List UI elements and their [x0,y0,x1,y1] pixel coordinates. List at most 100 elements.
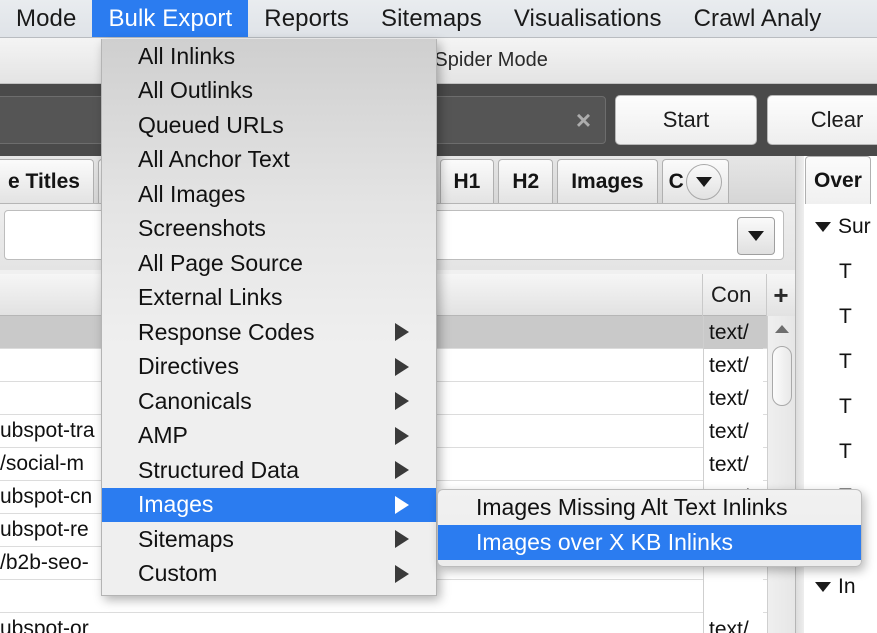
menubar-item-mode[interactable]: Mode [0,0,92,37]
tree-node-label: T [839,304,852,328]
menu-item-all-page-source[interactable]: All Page Source [102,246,436,281]
menu-item-label: All Anchor Text [138,146,290,173]
tree-node-label: T [839,259,852,283]
menu-item-label: Custom [138,560,218,587]
tree-node-item[interactable]: T [805,249,877,294]
column-header-label: Con [711,281,752,307]
table-row[interactable]: ubspot-or text/ [0,613,795,633]
tree-node-label: T [839,394,852,418]
menu-item-label: Canonicals [138,387,252,414]
submenu-item-label: Images over X KB Inlinks [476,529,733,555]
tab-label: C [668,169,684,193]
menu-item-amp[interactable]: AMP [102,419,436,454]
submenu-arrow-icon [395,392,409,411]
cell-content-type: text/ [703,415,763,448]
plus-icon: + [773,279,789,310]
tab-label: H2 [512,169,540,193]
menu-item-response-codes[interactable]: Response Codes [102,315,436,350]
cell-content-type: text/ [703,382,763,415]
menu-item-directives[interactable]: Directives [102,350,436,385]
cell-content-type: text/ [703,349,763,382]
menubar-item-bulk-export[interactable]: Bulk Export [92,0,249,37]
menubar-item-sitemaps[interactable]: Sitemaps [365,0,498,37]
submenu-arrow-icon [395,323,409,342]
menu-item-label: Screenshots [138,215,266,242]
tab-label: Over [814,168,862,192]
tab-label: e Titles [8,169,80,193]
menu-item-label: All Page Source [138,249,303,276]
menu-item-label: AMP [138,422,188,449]
submenu-item-label: Images Missing Alt Text Inlinks [476,494,788,520]
menu-item-label: Images [138,491,214,518]
tab-overflow-chevron-down-icon[interactable] [685,163,722,200]
tab-h2[interactable]: H2 [498,159,554,203]
tab-page-titles[interactable]: e Titles [0,159,94,203]
menu-item-label: All Images [138,180,246,207]
menubar-item-label: Bulk Export [108,4,233,32]
menu-item-custom[interactable]: Custom [102,557,436,592]
chevron-down-icon[interactable] [815,581,831,592]
tree-node-summary[interactable]: Sur [805,204,877,249]
overview-tree: Sur T T T T T T E [805,204,877,633]
submenu-item-images-missing-alt-text-inlinks[interactable]: Images Missing Alt Text Inlinks [438,490,861,525]
menu-item-screenshots[interactable]: Screenshots [102,212,436,247]
submenu-arrow-icon [395,461,409,480]
tree-node-label: T [839,439,852,463]
menu-item-label: External Links [138,284,283,311]
tree-node-internal[interactable]: In [805,564,877,609]
menu-item-label: Response Codes [138,318,315,345]
tree-node-item[interactable]: T [805,384,877,429]
menubar-item-crawl-analysis[interactable]: Crawl Analy [678,0,838,37]
clear-button-label: Clear [810,107,864,132]
cell-content-type [703,580,763,613]
table-vertical-scrollbar[interactable] [767,316,795,633]
clear-url-icon[interactable]: × [576,107,591,133]
submenu-arrow-icon [395,564,409,583]
menubar-item-label: Crawl Analy [693,4,822,32]
chevron-down-icon[interactable] [815,221,831,232]
add-column-button[interactable]: + [767,274,795,316]
menubar-item-label: Mode [16,4,77,32]
tree-node-label: Sur [838,214,871,238]
images-submenu: Images Missing Alt Text Inlinks Images o… [437,489,862,567]
tree-node-item[interactable]: T [805,429,877,474]
bulk-export-menu: All Inlinks All Outlinks Queued URLs All… [101,39,437,596]
submenu-arrow-icon [395,495,409,514]
menu-item-external-links[interactable]: External Links [102,281,436,316]
scroll-up-arrow-icon[interactable] [768,316,796,342]
submenu-arrow-icon [395,426,409,445]
clear-button[interactable]: Clear [767,95,877,145]
tab-overview[interactable]: Over [805,156,871,204]
cell-content-type: text/ [703,448,763,481]
menu-item-queued-urls[interactable]: Queued URLs [102,108,436,143]
submenu-arrow-icon [395,357,409,376]
menu-item-canonicals[interactable]: Canonicals [102,384,436,419]
menu-item-sitemaps[interactable]: Sitemaps [102,522,436,557]
menubar-item-label: Visualisations [513,4,662,32]
menu-item-structured-data[interactable]: Structured Data [102,453,436,488]
menu-item-label: Directives [138,353,239,380]
tree-node-item[interactable]: T [805,339,877,384]
menu-item-all-inlinks[interactable]: All Inlinks [102,39,436,74]
menubar-item-visualisations[interactable]: Visualisations [498,0,678,37]
menu-item-images[interactable]: Images [102,487,436,522]
scrollbar-thumb[interactable] [772,346,792,406]
menu-bar: Mode Bulk Export Reports Sitemaps Visual… [0,0,877,38]
menu-item-all-images[interactable]: All Images [102,177,436,212]
tree-node-item[interactable]: T [805,294,877,339]
tab-h1[interactable]: H1 [439,159,495,203]
menu-item-label: All Outlinks [138,77,254,104]
tab-canonicals[interactable]: C [661,159,729,203]
submenu-item-images-over-x-kb-inlinks[interactable]: Images over X KB Inlinks [438,525,861,560]
menu-item-all-outlinks[interactable]: All Outlinks [102,74,436,109]
menu-item-all-anchor-text[interactable]: All Anchor Text [102,143,436,178]
menu-item-label: Structured Data [138,456,300,483]
tab-images[interactable]: Images [557,159,658,203]
menubar-item-reports[interactable]: Reports [248,0,365,37]
filter-chevron-down-icon[interactable] [737,217,775,255]
application-window: Mode Bulk Export Reports Sitemaps Visual… [0,0,877,633]
tree-node-label: T [839,349,852,373]
menu-item-label: All Inlinks [138,42,236,69]
start-button[interactable]: Start [615,95,757,145]
column-header-content-type[interactable]: Con [703,273,767,316]
